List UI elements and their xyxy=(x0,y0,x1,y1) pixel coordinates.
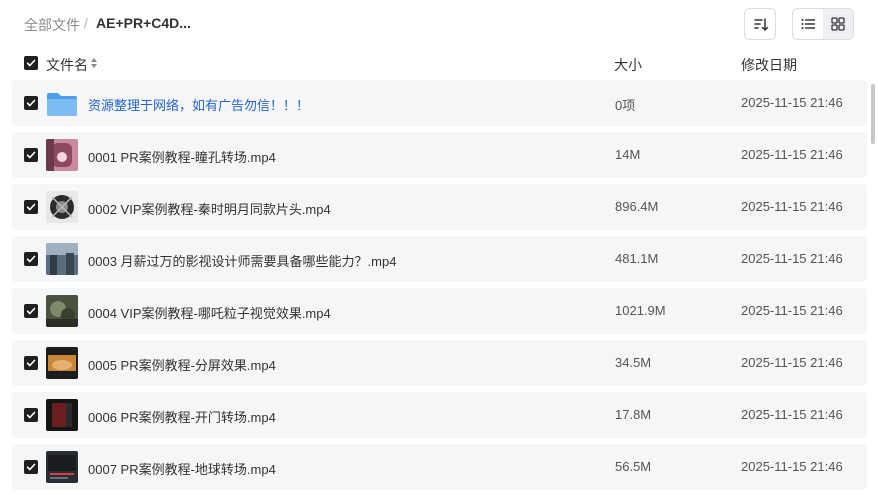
breadcrumb-current: AE+PR+C4D... xyxy=(96,15,191,31)
top-bar: 全部文件 / AE+PR+C4D... xyxy=(0,0,878,48)
checkbox-checked-icon xyxy=(26,307,36,315)
row-checkbox[interactable] xyxy=(24,460,38,474)
file-row[interactable]: 0002 VIP案例教程-秦时明月同款片头.mp4 896.4M 2025-11-1… xyxy=(12,184,867,230)
file-row[interactable]: 0001 PR案例教程-瞳孔转场.mp4 14M 2025-11-15 21:46 xyxy=(12,132,867,178)
column-header-size[interactable]: 大小 xyxy=(614,55,642,75)
row-checkbox[interactable] xyxy=(24,304,38,318)
scrollbar[interactable] xyxy=(871,84,875,144)
checkbox-checked-icon xyxy=(26,463,36,471)
video-thumbnail xyxy=(46,243,78,275)
checkbox-checked-icon xyxy=(26,151,36,159)
file-name[interactable]: 0001 PR案例教程-瞳孔转场.mp4 xyxy=(88,147,276,166)
file-name[interactable]: 0002 VIP案例教程-秦时明月同款片头.mp4 xyxy=(88,199,331,218)
checkbox-checked-icon xyxy=(26,59,36,67)
file-row[interactable]: 0007 PR案例教程-地球转场.mp4 56.5M 2025-11-15 21:4… xyxy=(12,444,867,490)
file-size: 14M xyxy=(615,147,641,162)
checkbox-checked-icon xyxy=(26,255,36,263)
breadcrumb-separator: / xyxy=(84,15,88,31)
video-thumbnail xyxy=(46,295,78,327)
breadcrumb-root[interactable]: 全部文件 xyxy=(24,15,80,35)
file-size: 17.8M xyxy=(615,407,652,422)
file-size: 34.5M xyxy=(615,355,652,370)
file-name[interactable]: 资源整理于网络，如有广告勿信！！！ xyxy=(88,95,309,114)
file-row[interactable]: 0006 PR案例教程-开门转场.mp4 17.8M 2025-11-15 21:4… xyxy=(12,392,867,438)
file-row[interactable]: 0005 PR案例教程-分屏效果.mp4 34.5M 2025-11-15 21:4… xyxy=(12,340,867,386)
file-name[interactable]: 0007 PR案例教程-地球转场.mp4 xyxy=(88,459,276,478)
row-checkbox[interactable] xyxy=(24,200,38,214)
grid-view-button[interactable] xyxy=(823,9,853,39)
file-name[interactable]: 0006 PR案例教程-开门转场.mp4 xyxy=(88,407,276,426)
file-size: 1021.9M xyxy=(615,303,666,318)
file-name[interactable]: 0004 VIP案例教程-哪吒粒子视觉效果.mp4 xyxy=(88,303,331,322)
checkbox-checked-icon xyxy=(26,203,36,211)
column-sort-icon[interactable] xyxy=(90,57,98,69)
checkbox-checked-icon xyxy=(26,359,36,367)
file-row[interactable]: 0004 VIP案例教程-哪吒粒子视觉效果.mp4 1021.9M 2025-11-… xyxy=(12,288,867,334)
file-row[interactable]: 0003 月薪过万的影视设计师需要具备哪些能力？.mp4 481.1M 2025-1… xyxy=(12,236,867,282)
video-thumbnail xyxy=(46,139,78,171)
video-thumbnail xyxy=(46,399,78,431)
list-view-button[interactable] xyxy=(793,9,823,39)
file-date: 2025-11-15 21:46 xyxy=(741,95,843,110)
row-checkbox[interactable] xyxy=(24,356,38,370)
file-size: 56.5M xyxy=(615,459,652,474)
file-date: 2025-11-15 21:46 xyxy=(741,459,843,474)
list-view-icon xyxy=(801,19,816,29)
folder-row[interactable]: 资源整理于网络，如有广告勿信！！！ 0项 2025-11-15 21:46 xyxy=(12,80,867,126)
file-date: 2025-11-15 21:46 xyxy=(741,303,843,318)
file-date: 2025-11-15 21:46 xyxy=(741,199,843,214)
select-all-checkbox[interactable] xyxy=(24,56,38,70)
video-thumbnail xyxy=(46,191,78,223)
folder-icon xyxy=(46,87,78,119)
row-checkbox[interactable] xyxy=(24,252,38,266)
column-header-name[interactable]: 文件名 xyxy=(46,55,88,75)
file-size: 481.1M xyxy=(615,251,659,266)
view-toggle xyxy=(792,8,854,40)
row-checkbox[interactable] xyxy=(24,408,38,422)
checkbox-checked-icon xyxy=(26,99,36,107)
file-date: 2025-11-15 21:46 xyxy=(741,251,843,266)
row-checkbox[interactable] xyxy=(24,96,38,110)
file-date: 2025-11-15 21:46 xyxy=(741,355,843,370)
file-name[interactable]: 0005 PR案例教程-分屏效果.mp4 xyxy=(88,355,276,374)
file-size: 896.4M xyxy=(615,199,659,214)
sort-button[interactable] xyxy=(744,8,776,40)
file-name[interactable]: 0003 月薪过万的影视设计师需要具备哪些能力？.mp4 xyxy=(88,251,396,270)
grid-view-icon xyxy=(831,17,845,31)
row-checkbox[interactable] xyxy=(24,148,38,162)
file-size: 0项 xyxy=(615,98,636,113)
file-date: 2025-11-15 21:46 xyxy=(741,147,843,162)
video-thumbnail xyxy=(46,347,78,379)
file-date: 2025-11-15 21:46 xyxy=(741,407,843,422)
video-thumbnail xyxy=(46,451,78,483)
column-header-date[interactable]: 修改日期 xyxy=(741,55,797,75)
checkbox-checked-icon xyxy=(26,411,36,419)
table-header: 文件名 大小 修改日期 xyxy=(12,52,867,76)
sort-descending-icon xyxy=(754,18,769,31)
